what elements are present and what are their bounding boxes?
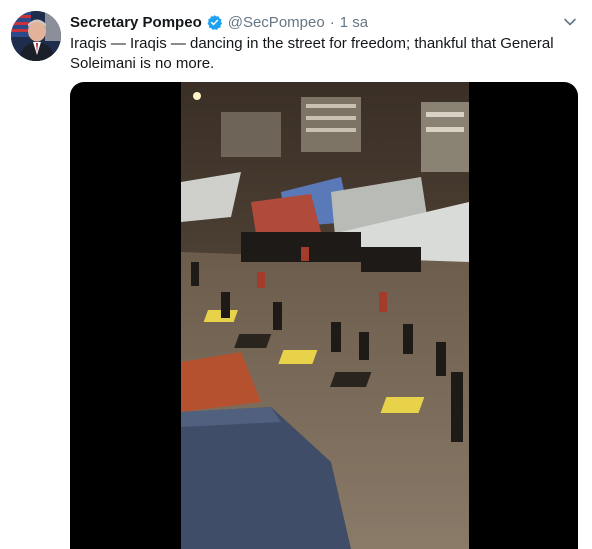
verified-badge-icon: [206, 14, 223, 31]
avatar-image: [11, 11, 61, 61]
video-frame: [181, 82, 469, 549]
author-handle[interactable]: @SecPompeo: [228, 14, 325, 31]
tweet-text: Iraqis — Iraqis — dancing in the street …: [70, 35, 554, 72]
tweet-header: Secretary Pompeo @SecPompeo · 1 sa: [70, 12, 552, 32]
author-name[interactable]: Secretary Pompeo: [70, 14, 202, 31]
chevron-down-icon[interactable]: [562, 14, 578, 30]
tweet[interactable]: Secretary Pompeo @SecPompeo · 1 sa Iraqi…: [0, 0, 592, 549]
tweet-timestamp[interactable]: 1 sa: [340, 14, 368, 31]
avatar[interactable]: [11, 11, 61, 61]
separator-dot: ·: [329, 13, 335, 31]
video-player[interactable]: [70, 82, 578, 549]
